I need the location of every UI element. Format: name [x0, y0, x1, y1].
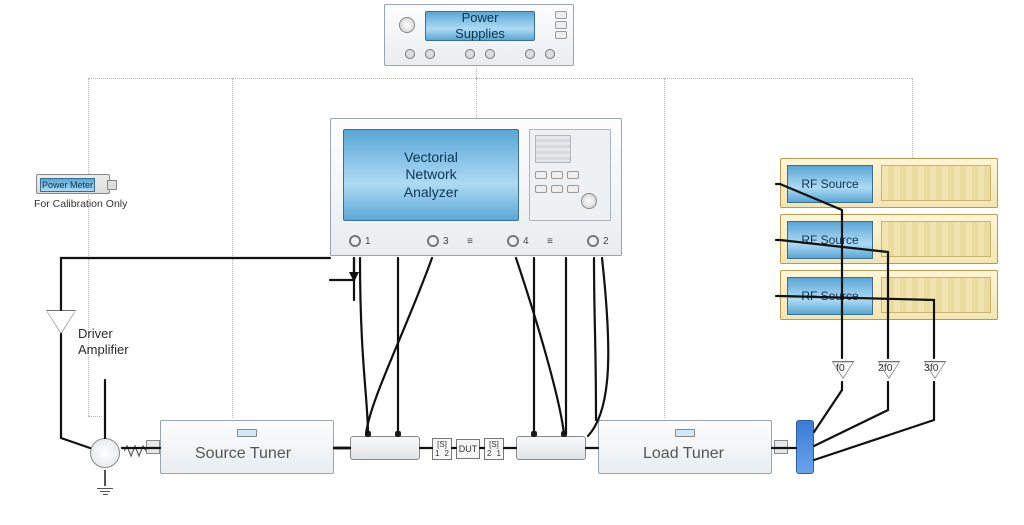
- ps-icon: [399, 17, 415, 33]
- rf-source-1-panel: [881, 165, 991, 201]
- ps-port: [425, 49, 435, 59]
- rf-source-2: RF Source: [780, 214, 998, 264]
- ps-port: [465, 49, 475, 59]
- s-br: 1: [497, 449, 501, 458]
- s-br: 2: [445, 449, 449, 458]
- load-tuner: Load Tuner: [598, 420, 772, 474]
- rf-source-3-panel: [881, 277, 991, 313]
- source-tuner: Source Tuner: [160, 420, 334, 474]
- rf-source-1: RF Source: [780, 158, 998, 208]
- dut: DUT: [456, 439, 480, 459]
- vna: Vectorial Network Analyzer 1 3 4 2 ≡ ≡: [330, 118, 622, 256]
- power-supplies-screen: Power Supplies: [425, 11, 535, 41]
- s-block-right: [S] 2 1: [484, 438, 504, 460]
- ps-port: [485, 49, 495, 59]
- load-tuner-led: [675, 429, 695, 437]
- s-block-left: [S] 1 2: [432, 438, 452, 460]
- power-meter-screen: Power Meter: [40, 178, 95, 192]
- load-tuner-label: Load Tuner: [643, 445, 724, 463]
- coupler-left: [350, 436, 420, 460]
- bus-down-left: [88, 416, 102, 417]
- vna-port-sep: ≡: [547, 236, 553, 247]
- ps-port: [405, 49, 415, 59]
- s-bl: 2: [487, 449, 491, 458]
- filter-2f0-label: 2f0: [878, 362, 893, 374]
- bus-to-vna: [476, 78, 477, 118]
- bus-left: [88, 78, 89, 416]
- rf-source-3: RF Source: [780, 270, 998, 320]
- filter-f0-label: f0: [836, 362, 845, 374]
- s-top: [S]: [433, 440, 451, 449]
- filter-3f0-label: 3f0: [924, 362, 939, 374]
- vna-port-3: [427, 235, 439, 247]
- s-top: [S]: [485, 440, 503, 449]
- vna-port-2: [587, 235, 599, 247]
- source-tuner-label: Source Tuner: [195, 445, 291, 463]
- power-meter-connector: [107, 180, 117, 190]
- ps-buttons: [555, 11, 567, 39]
- s-bl: 1: [435, 449, 439, 458]
- vna-port-4: [507, 235, 519, 247]
- vna-port-3-label: 3: [443, 236, 449, 247]
- ps-port: [525, 49, 535, 59]
- connector: [774, 440, 788, 454]
- power-meter-footnote: For Calibration Only: [34, 198, 127, 210]
- ground-bars: [97, 486, 113, 496]
- vna-port-1: [349, 235, 361, 247]
- vna-panel-grid: [535, 135, 571, 163]
- multiplexer-icon: [796, 420, 814, 474]
- circulator-icon: [90, 438, 120, 468]
- vna-knob: [581, 193, 597, 209]
- bus-to-loadtuner: [664, 78, 665, 418]
- rf-source-3-screen: RF Source: [787, 277, 873, 315]
- ps-port: [545, 49, 555, 59]
- vna-screen: Vectorial Network Analyzer: [343, 129, 519, 221]
- rf-source-1-screen: RF Source: [787, 165, 873, 203]
- vna-port-1-label: 1: [365, 236, 371, 247]
- source-tuner-led: [237, 429, 257, 437]
- driver-amp-tri-fill: [47, 311, 75, 333]
- termination-icon: [124, 444, 146, 458]
- vna-btns: [535, 171, 579, 179]
- vna-port-2-label: 2: [603, 236, 609, 247]
- vna-port-sep: ≡: [467, 236, 473, 247]
- rf-source-2-panel: [881, 221, 991, 257]
- connector: [146, 440, 160, 454]
- bus-right: [912, 78, 913, 158]
- bus-outline: [88, 78, 912, 79]
- driver-amp-label: Driver Amplifier: [78, 326, 129, 357]
- bus-to-srctuner: [232, 78, 233, 418]
- rf-source-2-screen: RF Source: [787, 221, 873, 259]
- power-meter: Power Meter: [36, 174, 110, 194]
- ground-icon: [104, 470, 106, 486]
- power-supplies: Power Supplies: [384, 4, 574, 66]
- coupler-right: [516, 436, 586, 460]
- vna-port-4-label: 4: [523, 236, 529, 247]
- vna-btns: [535, 185, 579, 193]
